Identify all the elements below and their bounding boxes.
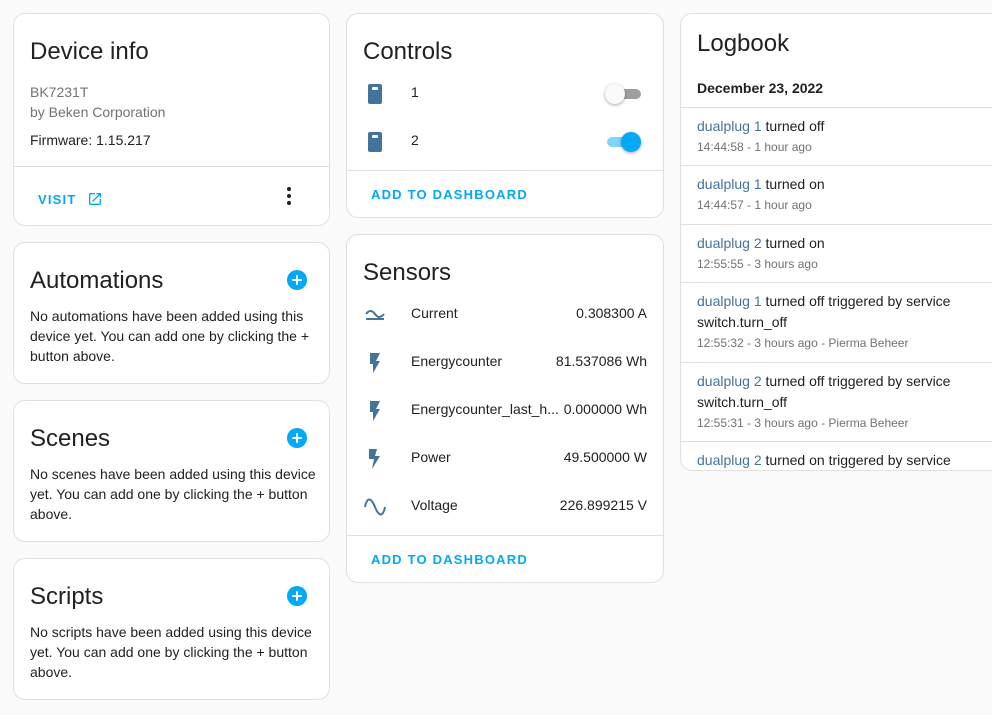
device-info-divider <box>14 166 329 167</box>
sensor-row[interactable]: Energycounter_last_h... 0.000000 Wh <box>347 395 663 427</box>
toggle-knob <box>605 84 625 104</box>
device-info-card: Device info BK7231T by Beken Corporation… <box>13 13 330 226</box>
sensor-row[interactable]: Voltage 226.899215 V <box>347 491 663 523</box>
log-entry: dualplug 2 turned off triggered by servi… <box>681 362 992 442</box>
log-entity-link[interactable]: dualplug 1 <box>697 176 762 192</box>
log-entity-link[interactable]: dualplug 2 <box>697 452 762 468</box>
sensor-value: 81.537086 Wh <box>555 353 647 369</box>
sensor-name: Energycounter <box>411 353 503 369</box>
log-entity-link[interactable]: dualplug 1 <box>697 118 762 134</box>
logbook-title: Logbook <box>697 30 790 57</box>
scripts-empty-text: No scripts have been added using this de… <box>30 624 312 680</box>
sensor-row[interactable]: Current 0.308300 A <box>347 299 663 331</box>
automations-empty-text: No automations have been added using thi… <box>30 308 310 364</box>
controls-add-to-dashboard-button[interactable]: ADD TO DASHBOARD <box>371 187 528 202</box>
flash-icon <box>370 401 380 421</box>
visit-link[interactable]: VISIT <box>38 188 103 207</box>
scripts-title: Scripts <box>30 583 104 610</box>
sensor-value: 0.000000 Wh <box>563 401 647 417</box>
log-timestamp: 12:55:32 - 3 hours ago - Pierma Beheer <box>697 336 909 350</box>
open-in-new-icon <box>89 193 102 205</box>
log-message: turned on <box>761 176 825 192</box>
current-ac-icon <box>365 310 385 320</box>
log-entry: dualplug 1 turned off triggered by servi… <box>681 282 992 362</box>
scenes-title: Scenes <box>30 425 111 452</box>
power-socket-icon <box>368 132 382 152</box>
sensors-add-to-dashboard-button[interactable]: ADD TO DASHBOARD <box>371 552 528 567</box>
sensor-value: 49.500000 W <box>563 449 647 465</box>
add-script-button[interactable] <box>287 586 307 606</box>
control-name: 1 <box>411 84 419 100</box>
power-flash-icon <box>369 449 380 469</box>
logbook-card: Logbook December 23, 2022 dualplug 1 tur… <box>680 13 992 471</box>
sensor-name: Power <box>411 449 451 465</box>
controls-title: Controls <box>363 38 453 65</box>
log-timestamp: 14:44:58 - 1 hour ago <box>697 140 812 154</box>
logbook-date-header: December 23, 2022 <box>697 80 824 96</box>
overflow-menu-button[interactable] <box>277 184 301 208</box>
scenes-empty-text: No scenes have been added using this dev… <box>30 466 316 522</box>
log-entity-link[interactable]: dualplug 2 <box>697 373 762 389</box>
sensor-row[interactable]: Energycounter 81.537086 Wh <box>347 347 663 379</box>
sensor-name: Voltage <box>411 497 458 513</box>
dots-vertical-icon <box>287 187 291 205</box>
scenes-card: Scenes No scenes have been added using t… <box>13 400 330 542</box>
sensors-divider <box>347 535 663 536</box>
power-socket-icon <box>368 84 382 104</box>
device-model: BK7231T <box>30 84 89 100</box>
add-scene-button[interactable] <box>287 428 307 448</box>
log-entity-link[interactable]: dualplug 1 <box>697 293 762 309</box>
log-message: turned off <box>761 118 825 134</box>
log-entry: dualplug 1 turned on 14:44:57 - 1 hour a… <box>681 165 992 224</box>
switch-1-toggle[interactable] <box>605 84 641 104</box>
log-entry: dualplug 1 turned off 14:44:58 - 1 hour … <box>681 107 992 166</box>
automations-card: Automations No automations have been add… <box>13 242 330 384</box>
device-info-title: Device info <box>30 38 149 65</box>
toggle-knob <box>621 132 641 152</box>
controls-card: Controls 1 2 ADD TO DASHBOARD <box>346 13 664 218</box>
automations-title: Automations <box>30 267 164 294</box>
sine-wave-icon <box>364 498 386 516</box>
add-automation-button[interactable] <box>287 270 307 290</box>
sensors-title: Sensors <box>363 259 452 286</box>
sensor-row[interactable]: Power 49.500000 W <box>347 443 663 475</box>
visit-label: VISIT <box>38 192 77 207</box>
controls-divider <box>347 170 663 171</box>
scripts-card: Scripts No scripts have been added using… <box>13 558 330 700</box>
device-manufacturer: by Beken Corporation <box>30 104 166 120</box>
log-entity-link[interactable]: dualplug 2 <box>697 235 762 251</box>
log-timestamp: 12:55:31 - 3 hours ago - Pierma Beheer <box>697 416 909 430</box>
device-firmware: Firmware: 1.15.217 <box>30 132 151 148</box>
control-name: 2 <box>411 132 419 148</box>
log-entry: dualplug 2 turned on 12:55:55 - 3 hours … <box>681 224 992 283</box>
log-timestamp: 14:44:57 - 1 hour ago <box>697 198 812 212</box>
flash-icon <box>370 353 380 373</box>
log-timestamp: 12:55:55 - 3 hours ago <box>697 257 818 271</box>
sensor-name: Energycounter_last_h... <box>411 401 559 417</box>
switch-2-toggle[interactable] <box>605 132 641 152</box>
log-message: turned on <box>761 235 825 251</box>
control-row[interactable]: 1 <box>347 78 663 110</box>
sensor-name: Current <box>411 305 458 321</box>
sensor-value: 0.308300 A <box>576 305 647 321</box>
sensor-value: 226.899215 V <box>559 497 647 513</box>
sensors-card: Sensors Current 0.308300 A Energycounter… <box>346 234 664 583</box>
log-message: turned on triggered by service <box>761 452 951 468</box>
control-row[interactable]: 2 <box>347 126 663 158</box>
log-entry: dualplug 2 turned on triggered by servic… <box>681 441 992 470</box>
